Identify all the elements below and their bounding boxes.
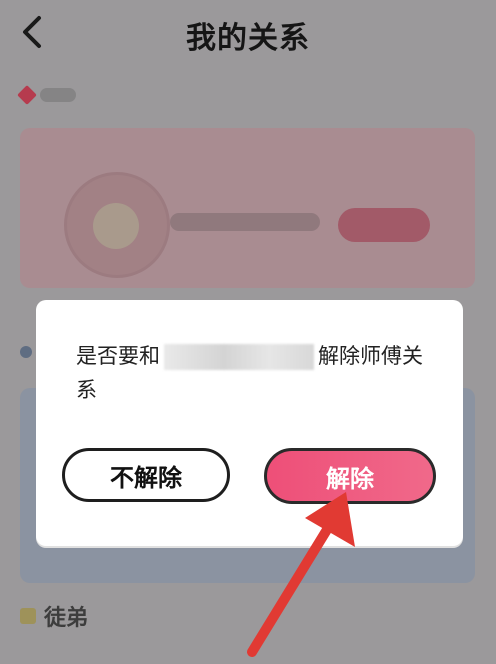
blurred-section-text: [40, 88, 76, 102]
app-header: 我的关系: [0, 0, 496, 70]
heart-icon: [17, 85, 37, 105]
page-title: 我的关系: [186, 21, 310, 56]
avatar-placeholder-icon: [93, 203, 139, 249]
star-icon: [20, 608, 36, 624]
avatar: [64, 172, 170, 278]
confirm-unbind-button[interactable]: 解除: [264, 448, 436, 504]
dialog-message: 是否要和 解除师傅关系: [76, 344, 423, 402]
chevron-left-icon: [23, 16, 41, 48]
apprentice-dot-icon: [20, 346, 32, 358]
cancel-button[interactable]: 不解除: [62, 448, 230, 502]
blurred-card-text: [170, 213, 320, 231]
lower-section-label: 徒弟: [20, 600, 88, 632]
back-button[interactable]: [14, 14, 50, 50]
unbind-confirm-dialog: 是否要和 解除师傅关系 不解除 解除: [36, 300, 463, 546]
blurred-card-button: [338, 208, 430, 242]
redacted-username: [164, 344, 314, 370]
master-section-label: [17, 85, 76, 105]
master-card: [20, 128, 475, 288]
